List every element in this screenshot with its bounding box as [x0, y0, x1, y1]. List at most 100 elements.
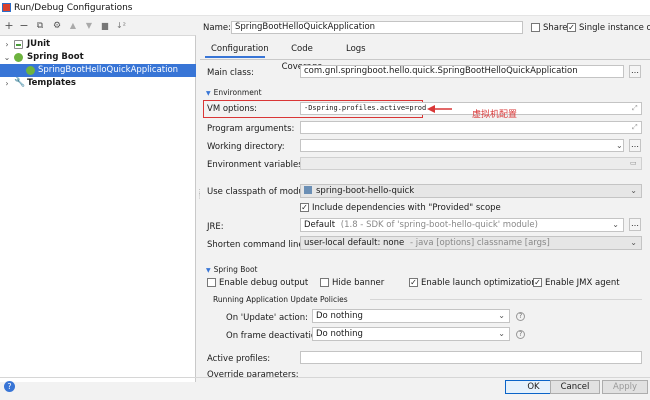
move-up-icon[interactable]: ▲: [66, 17, 80, 35]
folder-icon[interactable]: ▆: [98, 17, 112, 35]
working-directory-label: Working directory:: [207, 142, 285, 152]
working-directory-browse-button[interactable]: …: [629, 139, 641, 152]
junit-icon: [14, 40, 23, 49]
active-profiles-field[interactable]: [300, 351, 642, 364]
tree-toolbar: + − ⧉ ⚙ ▲ ▼ ▆ ↓²: [0, 17, 196, 35]
help-icon[interactable]: ?: [516, 330, 525, 339]
settings-icon[interactable]: ⚙: [50, 17, 64, 35]
include-provided-label: Include dependencies with "Provided" sco…: [312, 203, 501, 213]
shorten-command-hint: - java [options] classname [args]: [409, 238, 550, 248]
apply-button[interactable]: Apply: [602, 380, 648, 394]
chevron-down-icon[interactable]: ⌄: [616, 141, 623, 150]
spring-boot-section-label: Spring Boot: [213, 265, 258, 274]
environment-variables-label: Environment variables:: [207, 160, 306, 170]
vm-options-annotation: 虚拟机配置: [472, 110, 518, 120]
config-tree: › JUnit ⌄ Spring Boot SpringBootHelloQui…: [0, 35, 196, 382]
environment-variables-field[interactable]: [300, 157, 642, 170]
tab-configuration[interactable]: Configuration: [205, 40, 269, 58]
main-class-field[interactable]: com.gnl.springboot.hello.quick.SpringBoo…: [300, 65, 624, 78]
footer-divider: [0, 377, 650, 378]
include-provided-checkbox[interactable]: ✓: [300, 203, 309, 212]
spring-boot-icon: [14, 53, 23, 62]
jre-select[interactable]: Default (1.8 - SDK of 'spring-boot-hello…: [300, 218, 624, 232]
title-bar: Run/Debug Configurations: [0, 0, 650, 16]
on-update-select[interactable]: Do nothing ⌄: [312, 309, 510, 323]
share-checkbox[interactable]: [531, 23, 540, 32]
copy-icon[interactable]: ⧉: [33, 17, 47, 35]
help-icon[interactable]: ?: [516, 312, 525, 321]
shorten-command-label: Shorten command line:: [207, 240, 307, 250]
expand-icon[interactable]: ⤢: [632, 104, 638, 113]
collapse-icon: ▼: [206, 90, 211, 97]
minus-icon[interactable]: −: [17, 17, 31, 35]
expand-icon[interactable]: ⤢: [632, 123, 638, 132]
jre-browse-button[interactable]: …: [629, 218, 641, 231]
app-icon: [2, 3, 11, 12]
chevron-down-icon: ⌄: [612, 220, 619, 229]
on-frame-select[interactable]: Do nothing ⌄: [312, 327, 510, 341]
window-title: Run/Debug Configurations: [14, 3, 133, 13]
wrench-icon: 🔧: [14, 78, 26, 88]
move-down-icon[interactable]: ▼: [82, 17, 96, 35]
on-update-label: On 'Update' action:: [226, 313, 308, 323]
jre-value: Default: [304, 220, 336, 230]
jre-hint: (1.8 - SDK of 'spring-boot-hello-quick' …: [340, 220, 538, 230]
spring-boot-app-icon: [26, 66, 35, 75]
tree-item-spring-boot[interactable]: ⌄ Spring Boot: [0, 51, 196, 64]
separator: [370, 299, 642, 300]
sort-icon[interactable]: ↓²: [114, 17, 128, 35]
vm-options-label: VM options:: [207, 104, 258, 114]
chevron-down-icon: ⌄: [630, 238, 637, 247]
shorten-command-select[interactable]: user-local default: none - java [options…: [300, 236, 642, 250]
cancel-button[interactable]: Cancel: [550, 380, 600, 394]
tab-code-coverage[interactable]: Code Coverage: [268, 40, 336, 72]
program-arguments-label: Program arguments:: [207, 124, 295, 134]
single-instance-checkbox[interactable]: ✓: [567, 23, 576, 32]
folder-icon[interactable]: ▭: [630, 159, 637, 167]
tree-item-templates[interactable]: › 🔧 Templates: [0, 77, 196, 90]
jmx-agent-checkbox[interactable]: ✓: [533, 278, 542, 287]
plus-icon[interactable]: +: [2, 17, 16, 35]
help-button[interactable]: ?: [4, 381, 15, 392]
share-label: Share: [543, 23, 568, 33]
chevron-down-icon: ⌄: [630, 186, 637, 195]
tree-item-springboothelloquickapplication[interactable]: SpringBootHelloQuickApplication: [0, 64, 196, 77]
enable-debug-label: Enable debug output: [219, 278, 309, 288]
hide-banner-label: Hide banner: [332, 278, 385, 288]
classpath-value: spring-boot-hello-quick: [316, 186, 415, 196]
update-policies-label: Running Application Update Policies: [213, 295, 348, 304]
tree-item-junit[interactable]: › JUnit: [0, 38, 196, 51]
tree-item-label: SpringBootHelloQuickApplication: [38, 65, 179, 75]
launch-optimization-label: Enable launch optimization: [421, 278, 537, 288]
chevron-down-icon: ⌄: [498, 311, 505, 320]
tree-item-label: Templates: [27, 78, 76, 88]
chevron-down-icon: ⌄: [498, 329, 505, 338]
main-class-browse-button[interactable]: …: [629, 65, 641, 78]
override-parameters-label: Override parameters:: [207, 370, 299, 377]
splitter-handle[interactable]: ⋮ ⋮: [196, 189, 203, 202]
main-class-label: Main class:: [207, 68, 254, 78]
program-arguments-field[interactable]: [300, 121, 642, 134]
classpath-select[interactable]: spring-boot-hello-quick ⌄: [300, 184, 642, 198]
tab-logs[interactable]: Logs: [340, 40, 368, 58]
name-field[interactable]: SpringBootHelloQuickApplication: [231, 21, 523, 34]
tree-item-label: JUnit: [27, 39, 51, 49]
enable-debug-checkbox[interactable]: [207, 278, 216, 287]
single-instance-label: Single instance only: [579, 23, 650, 33]
module-icon: [304, 186, 312, 194]
classpath-label: Use classpath of module:: [207, 187, 315, 197]
chevron-down-icon[interactable]: ⌄: [3, 51, 11, 64]
chevron-right-icon[interactable]: ›: [3, 38, 11, 51]
shorten-command-value: user-local default: none: [304, 238, 405, 248]
vm-options-field[interactable]: -Dspring.profiles.active=prod: [300, 102, 642, 115]
jre-label: JRE:: [207, 222, 224, 232]
environment-section-label: Environment: [213, 88, 262, 97]
environment-section[interactable]: ▼ Environment: [206, 88, 262, 97]
chevron-right-icon[interactable]: ›: [3, 77, 11, 90]
working-directory-field[interactable]: [300, 139, 624, 152]
on-frame-value: Do nothing: [316, 329, 363, 339]
on-frame-label: On frame deactivation:: [226, 331, 325, 341]
spring-boot-section[interactable]: ▼ Spring Boot: [206, 265, 257, 274]
launch-optimization-checkbox[interactable]: ✓: [409, 278, 418, 287]
hide-banner-checkbox[interactable]: [320, 278, 329, 287]
